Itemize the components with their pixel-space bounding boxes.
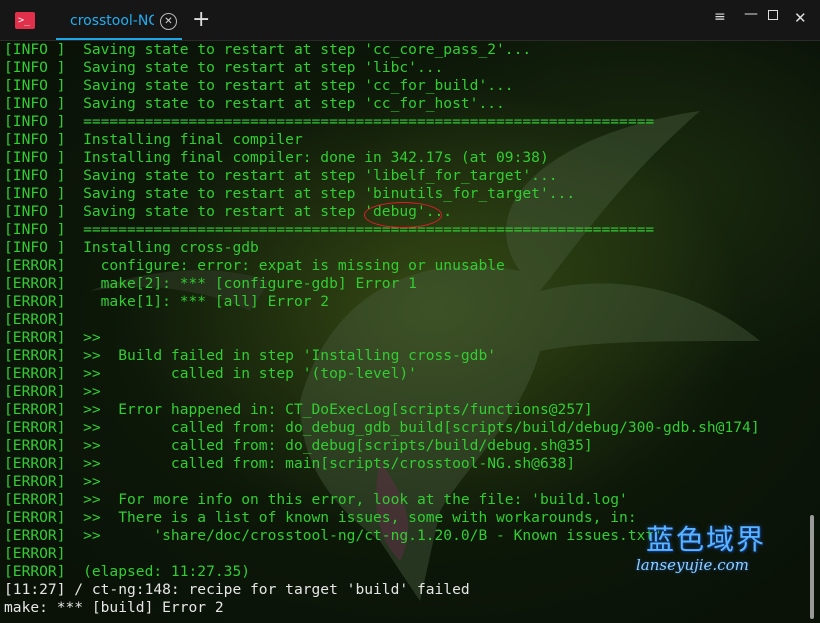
terminal-line: [ERROR] make[1]: *** [all] Error 2 [4,293,330,310]
terminal-line: [INFO ] Saving state to restart at step … [4,41,532,58]
terminal-line: make: *** [build] Error 2 [4,599,224,616]
terminal-line: [11:27] / ct-ng:148: recipe for target '… [4,581,470,598]
new-tab-plus-icon[interactable]: + [192,8,210,32]
terminal-line: [ERROR] >> [4,473,101,490]
title-bar: >_ crosstool-NG ✕ + ≡ — ✕ [0,0,820,41]
maximize-icon[interactable] [768,10,778,20]
close-window-icon[interactable]: ✕ [794,9,807,27]
terminal-line: [ERROR] >> Error happened in: CT_DoExecL… [4,401,593,418]
terminal-line: [ERROR] >> called from: do_debug[scripts… [4,437,593,454]
terminal-line: [ERROR] >> [4,329,101,346]
terminal-line: [ERROR] configure: error: expat is missi… [4,257,505,274]
terminal-line: [INFO ] Saving state to restart at step … [4,167,558,184]
terminal-line: [INFO ] Installing final compiler: done … [4,149,549,166]
terminal-line: [INFO ] Installing final compiler [4,131,303,148]
terminal-line: [INFO ] Installing cross-gdb [4,239,259,256]
terminal-scrollbar[interactable] [810,515,814,619]
terminal-line: [ERROR] >> called from: main[scripts/cro… [4,455,576,472]
watermark-chinese: 蓝色域界 [646,523,767,556]
terminal-line: [ERROR] >> For more info on this error, … [4,491,628,508]
terminal-line: [INFO ] Saving state to restart at step … [4,95,505,112]
terminal-line: [ERROR] [4,311,66,328]
terminal-line: [ERROR] >> called from: do_debug_gdb_bui… [4,419,760,436]
tab-crosstool-ng[interactable]: crosstool-NG ✕ [56,2,182,40]
menu-icon[interactable]: ≡ [714,9,726,25]
tab-title: crosstool-NG [70,13,154,29]
minimize-icon[interactable]: — [744,6,758,22]
terminal-line: [INFO ] Saving state to restart at step … [4,77,514,94]
terminal-app-icon: >_ [15,12,35,29]
terminal-output[interactable]: [INFO ] Saving state to restart at step … [0,41,820,623]
watermark-url: lanseyujie.com [636,556,749,574]
terminal-line: [ERROR] >> [4,383,101,400]
terminal-line: [ERROR] >> Build failed in step 'Install… [4,347,497,364]
terminal-line: [ERROR] >> called in step '(top-level)' [4,365,417,382]
terminal-line: [INFO ] ================================… [4,113,655,130]
debug-step-highlight-circle [364,202,442,228]
tab-close-icon[interactable]: ✕ [160,13,177,30]
terminal-line: [INFO ] Saving state to restart at step … [4,59,444,76]
terminal-line: [INFO ] Saving state to restart at step … [4,185,576,202]
terminal-line: [ERROR] make[2]: *** [configure-gdb] Err… [4,275,417,292]
